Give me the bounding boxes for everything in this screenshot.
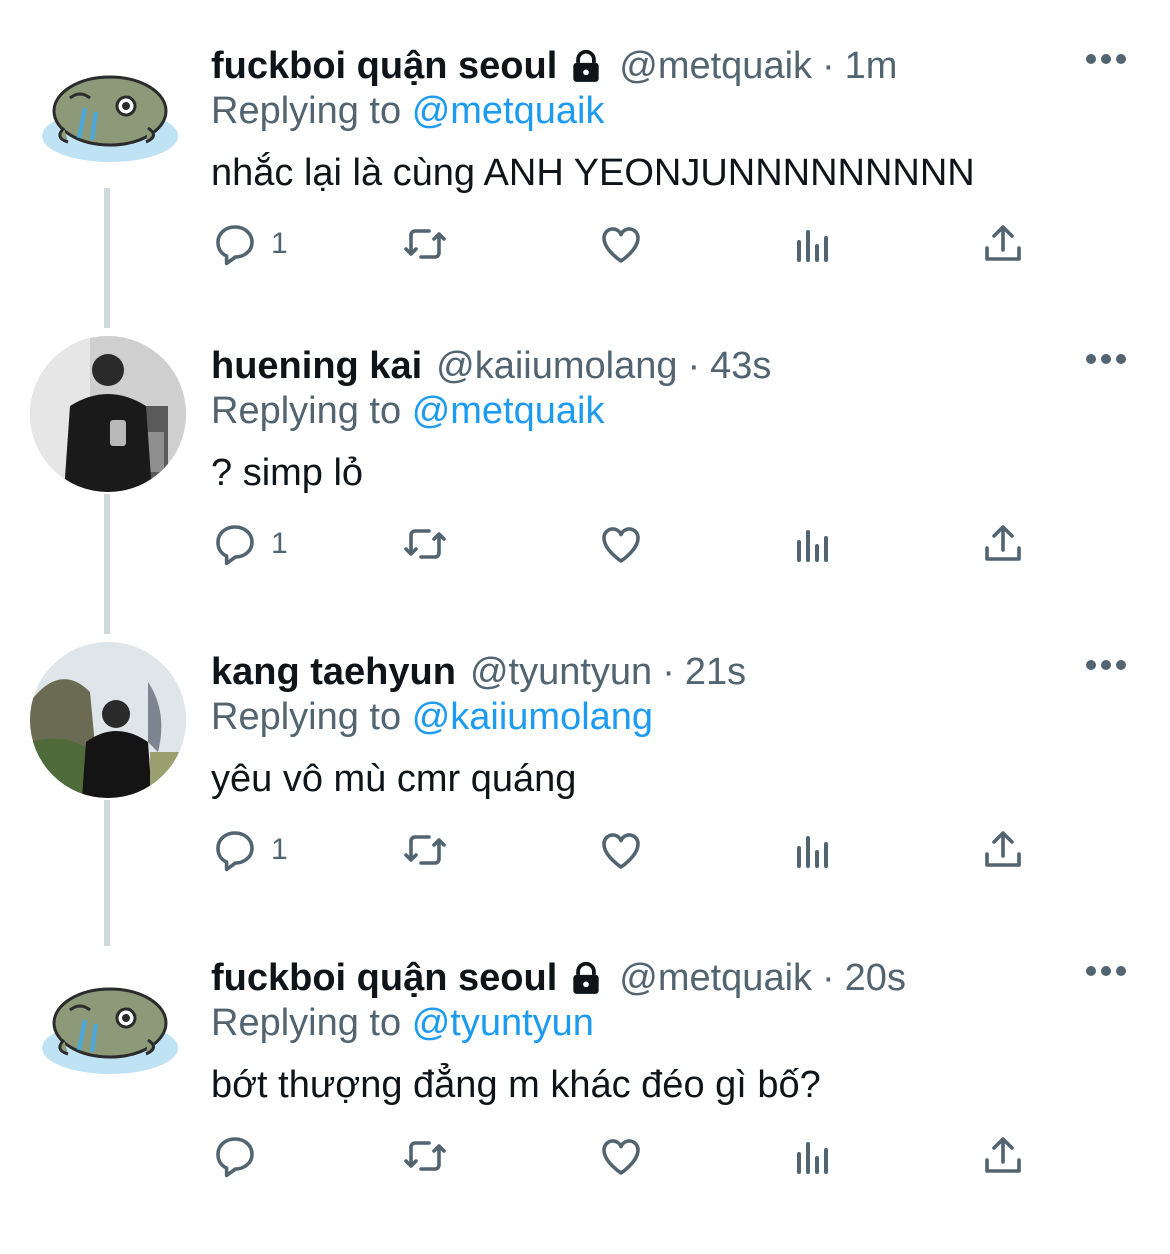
handle[interactable]: @tyuntyun [470, 651, 652, 694]
share-button[interactable] [979, 216, 1027, 272]
retweet-icon [404, 1141, 446, 1171]
retweet-icon [404, 835, 446, 865]
replying-to-label: Replying to [211, 90, 402, 132]
analytics-button[interactable] [789, 822, 837, 878]
timestamp[interactable]: 20s [845, 957, 906, 1000]
replying-to-mention[interactable]: @metquaik [412, 90, 605, 132]
tweet-actions [211, 1128, 1041, 1184]
like-icon [602, 1139, 640, 1175]
tweet-text: nhắc lại là cùng ANH YEONJUNNNNNNNNN [211, 152, 975, 194]
tweet[interactable]: fuckboi quận seoul @metquaik · 20s Reply… [0, 948, 1170, 1254]
reply-button[interactable]: 1 [211, 216, 288, 272]
tweet[interactable]: huening kai @kaiiumolang · 43s Replying … [0, 336, 1170, 642]
replying-to-mention[interactable]: @kaiiumolang [412, 696, 653, 738]
lock-icon [573, 961, 599, 994]
separator-dot: · [662, 650, 675, 693]
separator-dot: · [687, 344, 701, 387]
tweet-actions: 1 [211, 516, 1041, 572]
share-button[interactable] [979, 822, 1027, 878]
reply-button[interactable] [211, 1128, 271, 1184]
handle[interactable]: @metquaik [619, 45, 812, 88]
display-name[interactable]: fuckboi quận seoul [211, 957, 557, 1000]
retweet-button[interactable] [401, 216, 449, 272]
avatar[interactable] [30, 948, 186, 1104]
display-name[interactable]: fuckboi quận seoul [211, 45, 557, 88]
replying-to: Replying to @metquaik [211, 90, 604, 133]
more-icon[interactable] [1085, 352, 1127, 366]
reply-icon [216, 225, 254, 266]
reply-button[interactable]: 1 [211, 516, 288, 572]
avatar[interactable] [30, 36, 186, 192]
reply-icon [216, 1137, 254, 1178]
retweet-icon [404, 229, 446, 259]
retweet-button[interactable] [401, 822, 449, 878]
analytics-icon [797, 530, 828, 562]
share-button[interactable] [979, 1128, 1027, 1184]
more-icon[interactable] [1085, 658, 1127, 672]
reply-count: 1 [271, 527, 288, 560]
handle[interactable]: @metquaik [619, 957, 812, 1000]
replying-to: Replying to @kaiiumolang [211, 696, 653, 739]
tweet-text: ? simp lỏ [211, 452, 364, 494]
analytics-button[interactable] [789, 516, 837, 572]
separator-dot: · [822, 956, 835, 999]
timestamp[interactable]: 1m [845, 45, 898, 88]
replying-to-label: Replying to [211, 696, 402, 738]
analytics-icon [797, 1142, 828, 1174]
replying-to: Replying to @tyuntyun [211, 1002, 594, 1045]
reply-count: 1 [271, 227, 288, 260]
tweet-actions: 1 [211, 822, 1041, 878]
share-icon [985, 525, 1021, 561]
like-button[interactable] [597, 516, 645, 572]
share-icon [985, 1137, 1021, 1173]
retweet-icon [404, 529, 446, 559]
replying-to: Replying to @metquaik [211, 390, 604, 433]
retweet-button[interactable] [401, 516, 449, 572]
replying-to-label: Replying to [211, 1002, 402, 1044]
display-name[interactable]: kang taehyun [211, 651, 456, 694]
analytics-button[interactable] [789, 1128, 837, 1184]
replying-to-mention[interactable]: @tyuntyun [412, 1002, 594, 1044]
tweet-text: bớt thượng đẳng m khác đéo gì bố? [211, 1064, 821, 1106]
separator-dot: · [822, 44, 835, 87]
avatar[interactable] [30, 642, 186, 798]
avatar[interactable] [30, 336, 186, 492]
tweet[interactable]: fuckboi quận seoul @metquaik · 1m Replyi… [0, 36, 1170, 342]
display-name[interactable]: huening kai [211, 345, 422, 388]
reply-icon [216, 831, 254, 872]
replying-to-mention[interactable]: @metquaik [412, 390, 605, 432]
more-icon[interactable] [1085, 52, 1127, 66]
like-icon [602, 833, 640, 869]
lock-icon [573, 49, 599, 82]
reply-icon [216, 525, 254, 566]
like-icon [602, 527, 640, 563]
analytics-icon [797, 230, 828, 262]
reply-button[interactable]: 1 [211, 822, 288, 878]
handle[interactable]: @kaiiumolang [436, 345, 677, 388]
more-icon[interactable] [1085, 964, 1127, 978]
share-icon [985, 831, 1021, 867]
retweet-button[interactable] [401, 1128, 449, 1184]
tweet-text: yêu vô mù cmr quáng [211, 758, 577, 800]
analytics-button[interactable] [789, 216, 837, 272]
replying-to-label: Replying to [211, 390, 402, 432]
tweet[interactable]: kang taehyun @tyuntyun · 21s Replying to… [0, 642, 1170, 948]
analytics-icon [797, 836, 828, 868]
share-icon [985, 225, 1021, 261]
like-button[interactable] [597, 1128, 645, 1184]
share-button[interactable] [979, 516, 1027, 572]
timestamp[interactable]: 43s [710, 345, 771, 388]
timestamp[interactable]: 21s [685, 651, 746, 694]
like-button[interactable] [597, 216, 645, 272]
like-button[interactable] [597, 822, 645, 878]
like-icon [602, 227, 640, 263]
reply-count: 1 [271, 833, 288, 866]
tweet-actions: 1 [211, 216, 1041, 272]
